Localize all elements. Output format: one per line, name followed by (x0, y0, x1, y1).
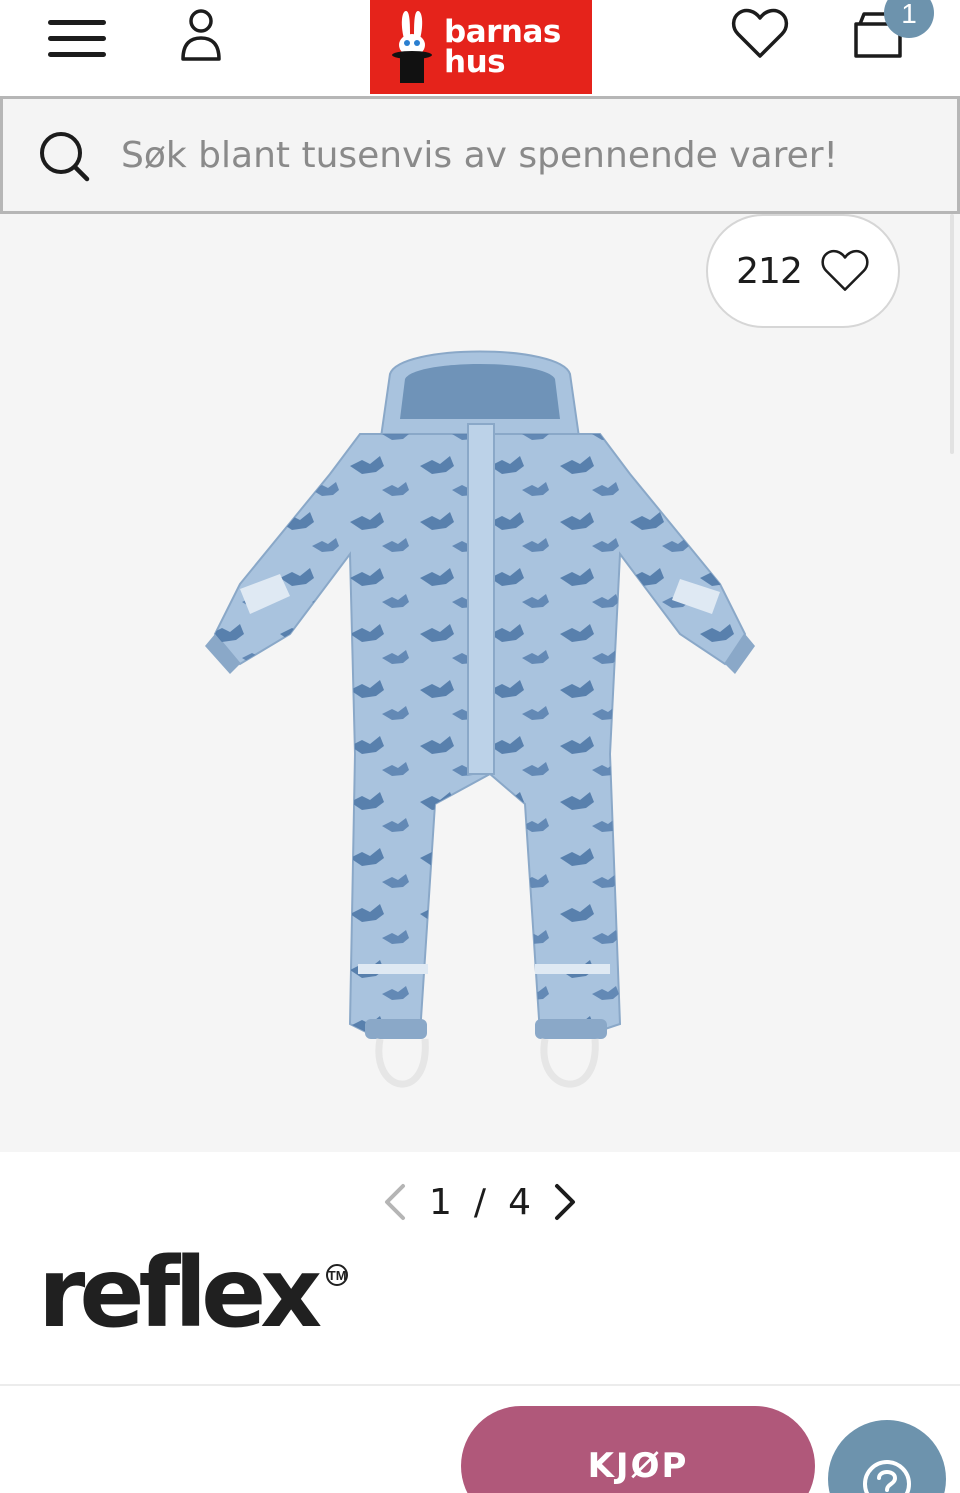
site-header: barnas hus 1 (0, 0, 960, 96)
chevron-left-icon (385, 1184, 406, 1220)
account-button[interactable] (170, 4, 232, 66)
pager-indicator: 1 / 4 (429, 1182, 531, 1223)
scrollbar[interactable] (950, 214, 954, 454)
heart-icon (821, 249, 869, 291)
favorite-count: 212 (736, 250, 803, 292)
logo-wordmark: barnas hus (444, 14, 561, 80)
rabbit-in-hat-icon (392, 11, 432, 83)
logo-line-2: hus (444, 44, 506, 80)
buy-button[interactable]: KJØP (461, 1406, 815, 1493)
brand-name: reflex (38, 1237, 322, 1349)
search-bar (0, 96, 960, 214)
product-gallery[interactable]: 212 (0, 214, 960, 1152)
wishlist-button[interactable] (728, 4, 792, 64)
question-icon (863, 1460, 911, 1493)
menu-icon (48, 20, 106, 57)
bottom-action-bar: KJØP (0, 1384, 960, 1493)
barnas-hus-logo[interactable]: barnas hus (370, 0, 592, 94)
chevron-right-icon (554, 1184, 575, 1220)
user-icon (181, 9, 221, 61)
heart-icon (731, 8, 789, 58)
brand-logo[interactable]: reflex TM (38, 1237, 349, 1349)
pager-current: 1 (429, 1181, 452, 1223)
trademark-mark: TM (326, 1264, 349, 1286)
previous-image-button[interactable] (375, 1178, 415, 1226)
pager-separator: / (473, 1181, 487, 1223)
product-image-rainsuit[interactable] (200, 334, 760, 1114)
help-button[interactable] (828, 1420, 946, 1493)
search-icon[interactable] (37, 129, 91, 183)
menu-button[interactable] (40, 10, 112, 66)
logo-line-1: barnas (444, 14, 561, 50)
favorite-button[interactable]: 212 (706, 214, 900, 328)
next-image-button[interactable] (545, 1178, 585, 1226)
pager-total: 4 (508, 1181, 531, 1223)
search-input[interactable] (121, 121, 921, 189)
